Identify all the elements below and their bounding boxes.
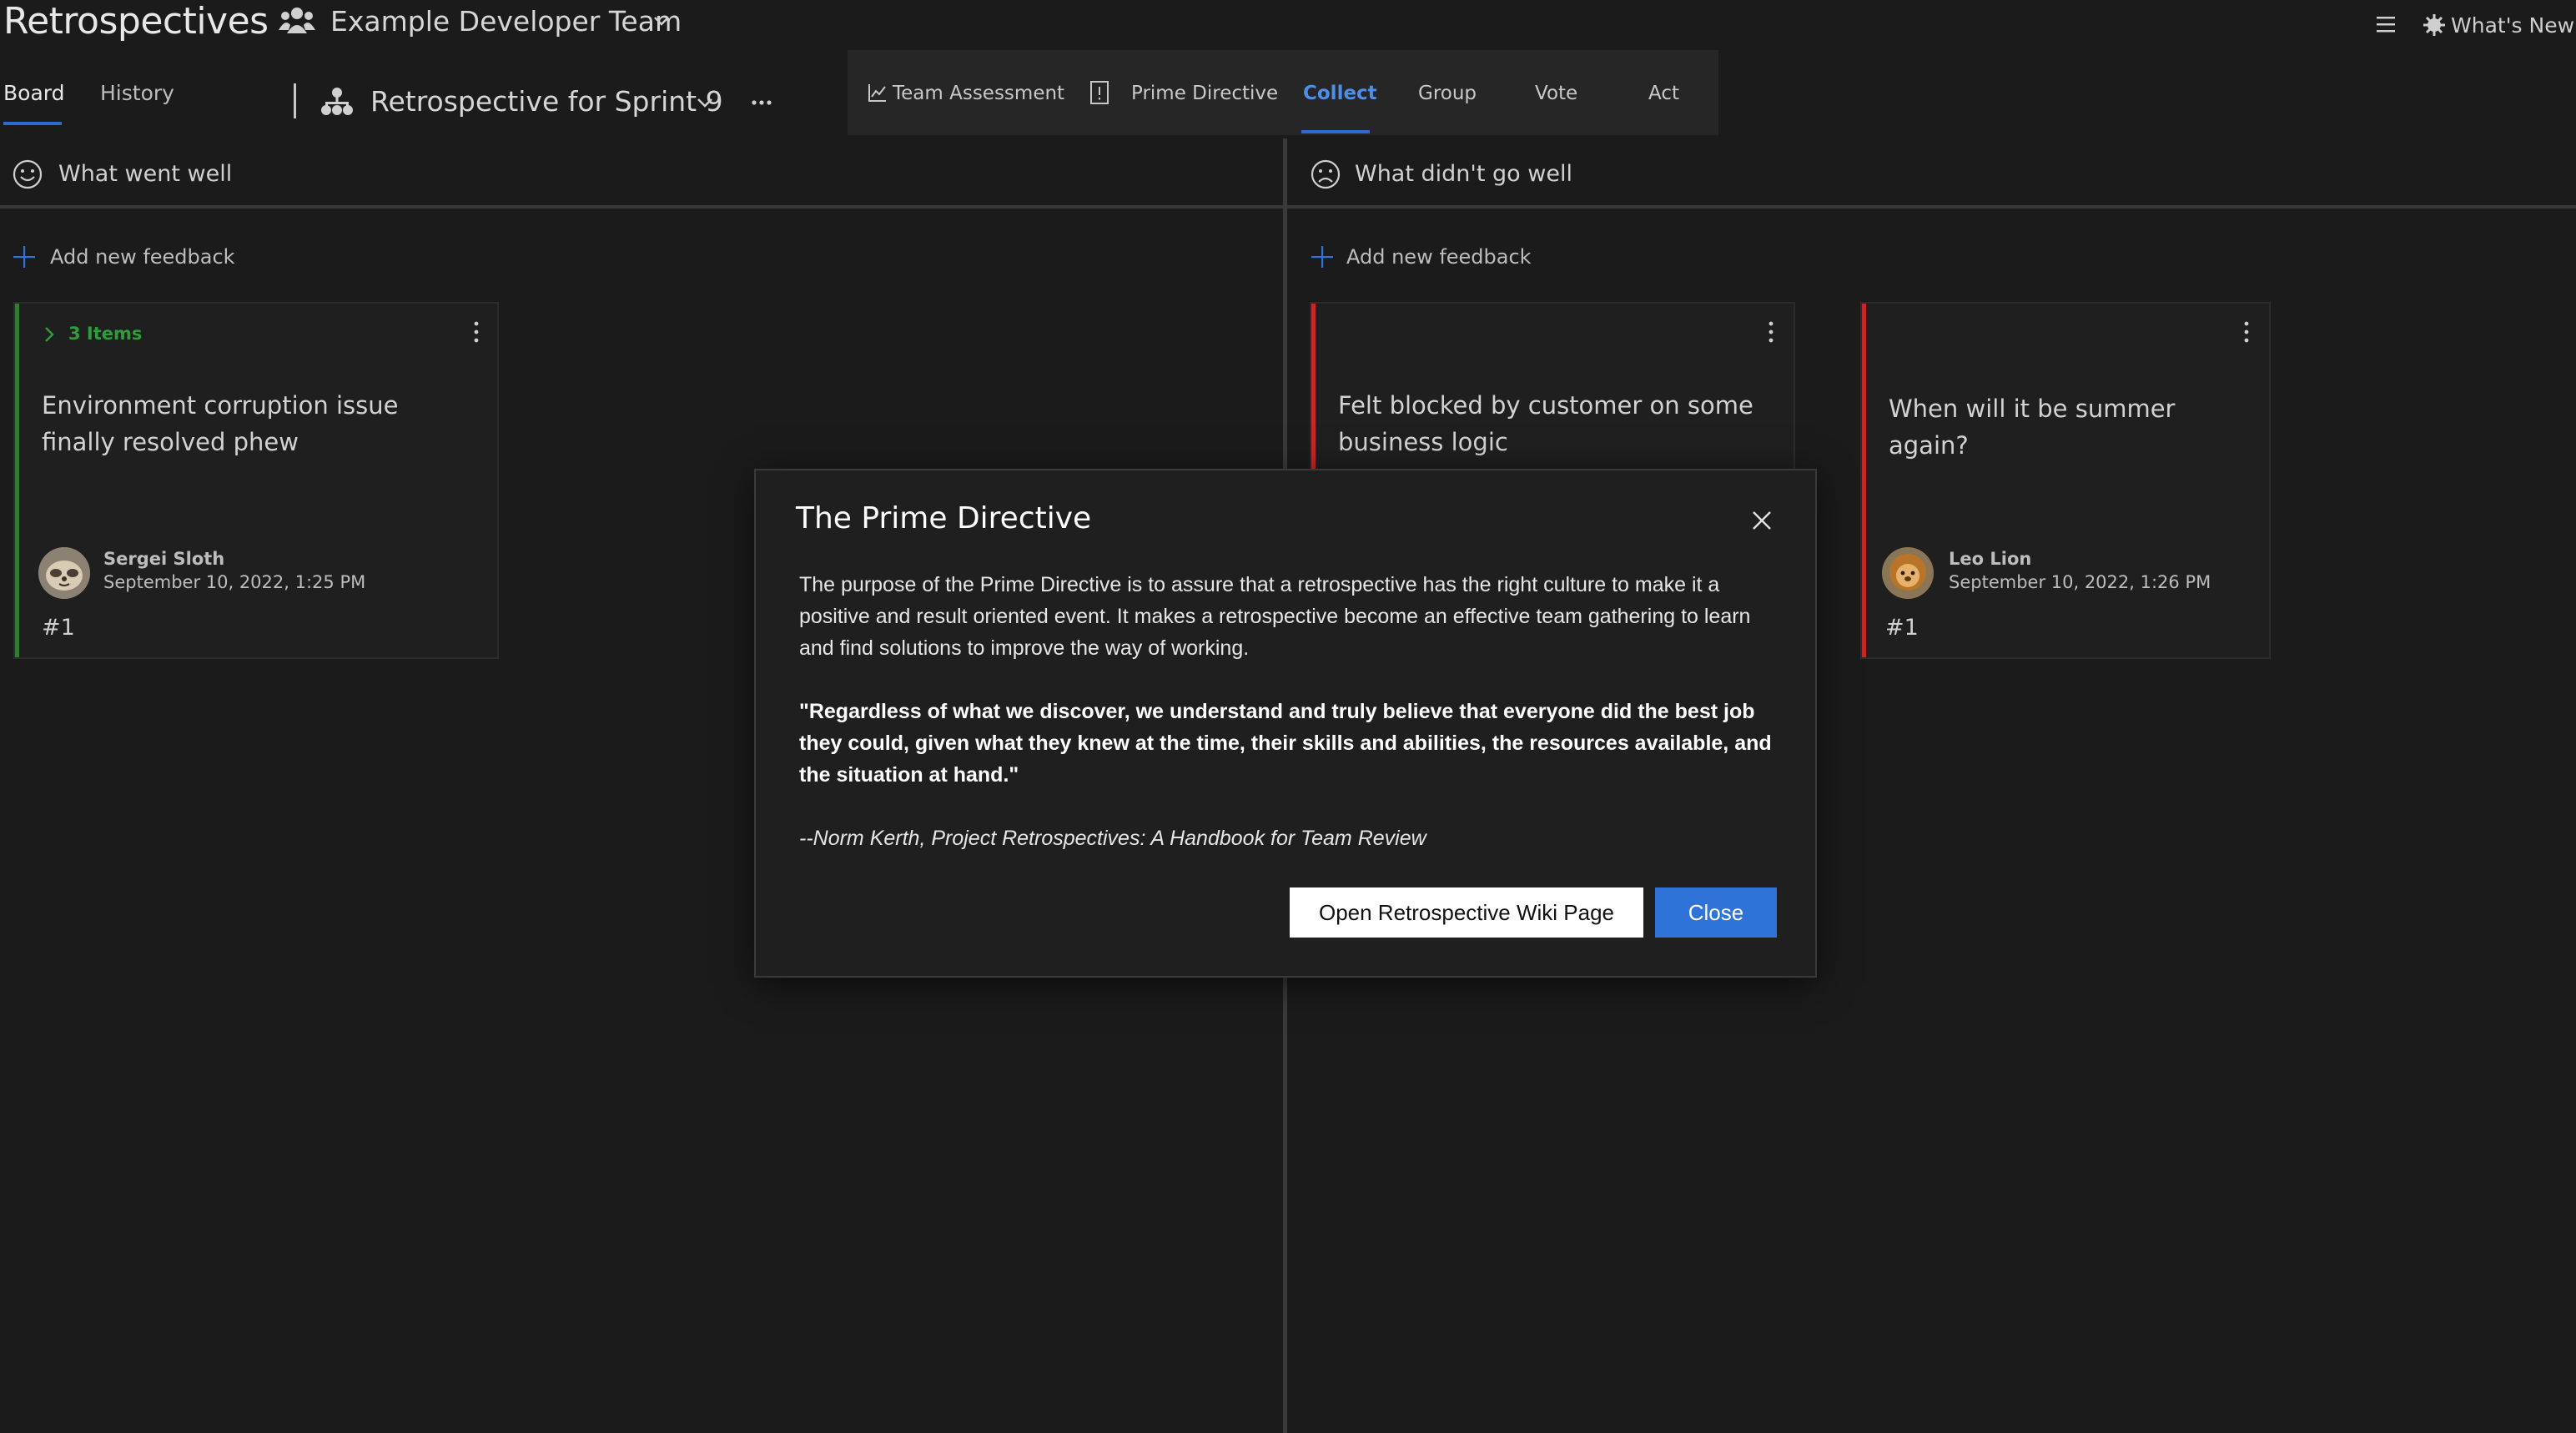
- gift-burst-icon[interactable]: [2423, 13, 2446, 37]
- card-date: September 10, 2022, 1:25 PM: [103, 572, 366, 592]
- add-feedback-button[interactable]: Add new feedback: [1346, 240, 1532, 274]
- avatar: [1882, 547, 1934, 599]
- card-menu-icon[interactable]: [472, 319, 480, 345]
- whats-new-link[interactable]: What's New: [2451, 10, 2574, 42]
- card-number: #1: [1885, 615, 1919, 641]
- phase-group[interactable]: Group: [1418, 77, 1477, 110]
- feedback-card[interactable]: 3 Items Environment corruption issue fin…: [13, 302, 499, 659]
- chevron-down-icon[interactable]: [652, 12, 671, 30]
- card-author: Leo Lion: [1949, 549, 2032, 569]
- plus-icon[interactable]: [1310, 244, 1335, 269]
- dialog-paragraph: The purpose of the Prime Directive is to…: [799, 573, 1751, 660]
- tab-board[interactable]: Board: [3, 77, 64, 110]
- open-wiki-button[interactable]: Open Retrospective Wiki Page: [1290, 887, 1643, 938]
- close-button[interactable]: Close: [1655, 887, 1777, 938]
- card-accent: [1862, 304, 1866, 657]
- dialog-title: The Prime Directive: [796, 501, 1092, 535]
- tab-history[interactable]: History: [100, 77, 174, 110]
- team-selector[interactable]: Example Developer Team: [330, 3, 682, 40]
- phase-vote[interactable]: Vote: [1535, 77, 1577, 110]
- chart-line-icon: [868, 83, 888, 103]
- card-menu-icon[interactable]: [1767, 319, 1775, 345]
- avatar: [38, 547, 90, 599]
- phase-prime-directive[interactable]: Prime Directive: [1131, 77, 1278, 110]
- tab-board-indicator: [3, 122, 62, 125]
- column-title-didnt-go-well: What didn't go well: [1355, 161, 1572, 187]
- feedback-text[interactable]: Felt blocked by customer on some busines…: [1338, 387, 1772, 460]
- column-header-divider: [1287, 205, 2576, 209]
- dialog-body: The purpose of the Prime Directive is to…: [799, 569, 1784, 886]
- phase-collect-indicator: [1301, 130, 1370, 133]
- org-chart-icon: [320, 87, 354, 117]
- prime-directive-quote: "Regardless of what we discover, we unde…: [799, 700, 1772, 787]
- card-accent: [15, 304, 19, 657]
- close-icon[interactable]: [1748, 507, 1775, 534]
- group-items-toggle[interactable]: 3 Items: [68, 320, 142, 347]
- feedback-text[interactable]: When will it be summer again?: [1889, 390, 2256, 464]
- card-number: #1: [42, 615, 75, 641]
- team-icon: [279, 5, 315, 38]
- app-title: Retrospectives: [3, 0, 269, 43]
- more-options-icon[interactable]: [749, 90, 774, 115]
- smiley-icon: [12, 158, 43, 190]
- add-feedback-button[interactable]: Add new feedback: [50, 240, 235, 274]
- menu-icon[interactable]: [2376, 14, 2396, 34]
- phase-team-assessment[interactable]: Team Assessment: [893, 77, 1064, 110]
- phase-collect[interactable]: Collect: [1303, 77, 1377, 110]
- feedback-card[interactable]: When will it be summer again? Leo Lion S…: [1860, 302, 2271, 659]
- prime-directive-dialog: The Prime Directive The purpose of the P…: [754, 469, 1817, 978]
- chevron-right-icon[interactable]: [42, 324, 57, 345]
- card-author: Sergei Sloth: [103, 549, 225, 569]
- quote-citation: --Norm Kerth, Project Retrospectives: A …: [799, 827, 1426, 850]
- column-title-went-well: What went well: [58, 161, 233, 187]
- phase-act[interactable]: Act: [1648, 77, 1679, 110]
- info-doc-icon: [1089, 80, 1109, 105]
- frown-icon: [1310, 158, 1341, 190]
- feedback-text[interactable]: Environment corruption issue finally res…: [42, 387, 475, 460]
- column-header-divider: [0, 205, 1283, 209]
- divider: [294, 83, 296, 118]
- chevron-down-icon[interactable]: [696, 93, 714, 112]
- retrospective-selector[interactable]: Retrospective for Sprint 9: [370, 82, 723, 122]
- card-menu-icon[interactable]: [2242, 319, 2251, 345]
- card-date: September 10, 2022, 1:26 PM: [1949, 572, 2211, 592]
- plus-icon[interactable]: [12, 244, 37, 269]
